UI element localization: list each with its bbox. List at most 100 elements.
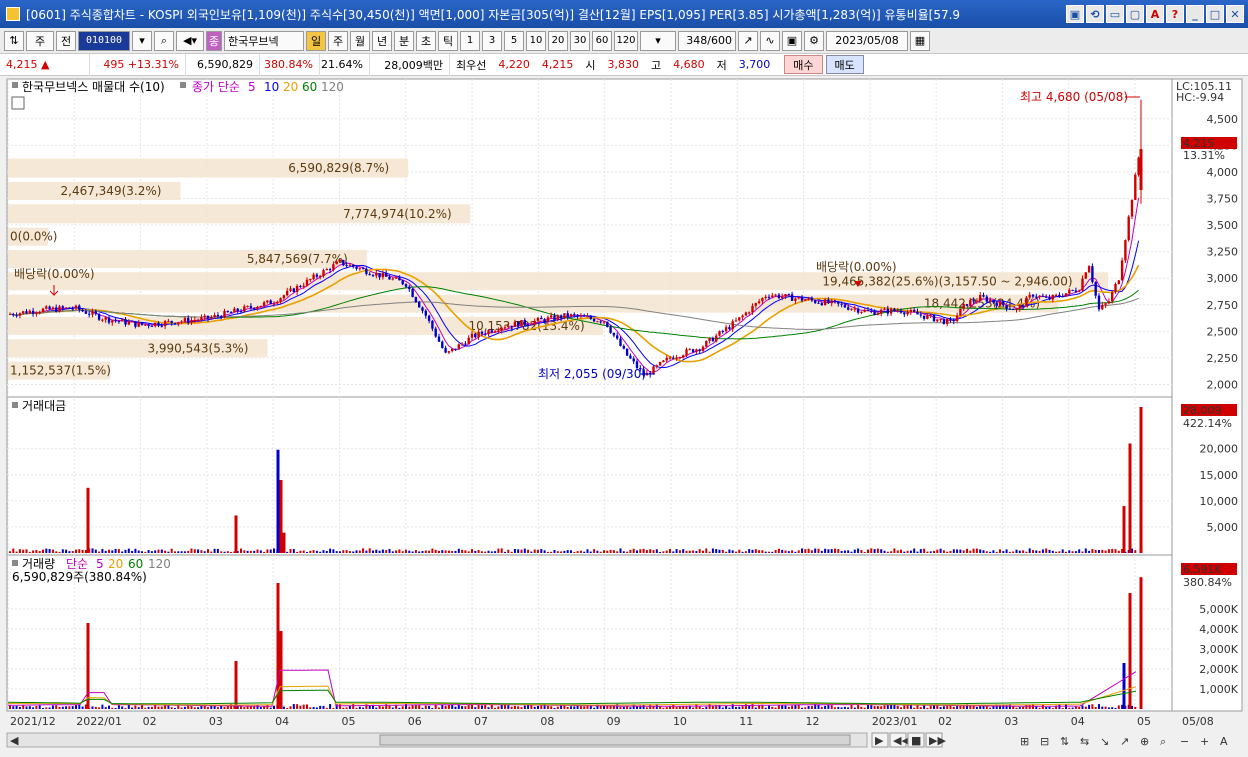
period-day[interactable]: 일 bbox=[306, 30, 326, 51]
font-icon[interactable]: A bbox=[1146, 5, 1164, 23]
period-second[interactable]: 초 bbox=[416, 30, 436, 51]
tile-icon[interactable]: ▢ bbox=[1126, 5, 1144, 23]
buy-button[interactable]: 매수 bbox=[784, 55, 823, 74]
market-select[interactable]: 주 bbox=[26, 30, 54, 51]
volume-bar bbox=[408, 706, 411, 709]
volume-bar bbox=[645, 707, 648, 709]
chart-svg[interactable]: 6,590,829(8.7%) 2,467,349(3.2%) 7,774,974(… bbox=[0, 77, 1248, 757]
amount-panel[interactable] bbox=[6, 396, 1173, 556]
save-icon[interactable]: ▣ bbox=[782, 30, 802, 51]
indicator-icon[interactable]: ∿ bbox=[760, 30, 780, 51]
help-icon[interactable]: ? bbox=[1166, 5, 1184, 23]
candle-body bbox=[526, 324, 530, 326]
period-minute[interactable]: 분 bbox=[394, 30, 414, 51]
period-year[interactable]: 년 bbox=[372, 30, 392, 51]
prev-button[interactable]: 전 bbox=[56, 30, 76, 51]
volume-bar bbox=[989, 707, 992, 709]
interval-10[interactable]: 10 bbox=[526, 30, 546, 51]
amount-current-value: 28,009 bbox=[1183, 404, 1222, 417]
volume-bar bbox=[1074, 706, 1077, 709]
candle-body bbox=[975, 300, 979, 302]
candle-body bbox=[1025, 297, 1028, 307]
period-tick[interactable]: 틱 bbox=[438, 30, 458, 51]
calendar-icon[interactable]: ▦ bbox=[910, 30, 930, 51]
search-icon[interactable]: ⌕ bbox=[154, 30, 174, 51]
close-button[interactable]: ✕ bbox=[1226, 5, 1244, 23]
amount-bar bbox=[537, 549, 539, 553]
nav-button-icon: ▶ bbox=[875, 734, 884, 747]
volume-panel[interactable] bbox=[6, 554, 1173, 712]
maximize-button[interactable]: □ bbox=[1206, 5, 1224, 23]
amount-bar bbox=[322, 550, 325, 553]
zoom-tool-icon[interactable]: ↗ bbox=[1120, 735, 1129, 748]
date-input[interactable]: 2023/05/08 bbox=[826, 30, 908, 51]
volume-bar bbox=[787, 706, 790, 709]
volume-bar bbox=[273, 705, 275, 709]
grid-toggle-icon[interactable] bbox=[11, 96, 25, 110]
zoom-tool-icon[interactable]: ↘ bbox=[1100, 735, 1109, 748]
custom-interval-select[interactable]: ▾ bbox=[640, 30, 676, 51]
minimize-button[interactable]: _ bbox=[1186, 5, 1204, 23]
zoom-tool-icon[interactable]: − bbox=[1180, 735, 1189, 748]
candle-body bbox=[1054, 294, 1058, 296]
scroll-left-icon[interactable]: ◀ bbox=[10, 734, 19, 747]
zoom-tool-icon[interactable]: ⊞ bbox=[1020, 735, 1029, 748]
volume-bar bbox=[1078, 706, 1081, 709]
amount-bar bbox=[451, 550, 454, 553]
candle-body bbox=[563, 313, 566, 319]
settings-icon[interactable]: ⚙ bbox=[804, 30, 824, 51]
chart-area[interactable]: 6,590,829(8.7%) 2,467,349(3.2%) 7,774,974(… bbox=[0, 77, 1248, 757]
volume-bar bbox=[593, 707, 596, 709]
sell-button[interactable]: 매도 bbox=[825, 55, 864, 74]
code-dropdown-icon[interactable]: ▾ bbox=[132, 30, 152, 51]
volume-bar bbox=[1111, 707, 1114, 709]
candle-body bbox=[391, 278, 394, 280]
stock-code-input[interactable]: 010100 bbox=[78, 30, 130, 51]
period-week[interactable]: 주 bbox=[328, 30, 348, 51]
refresh-icon[interactable]: ⟲ bbox=[1086, 5, 1104, 23]
volume-bar bbox=[1114, 707, 1117, 709]
zoom-tool-icon[interactable]: ⌕ bbox=[1160, 735, 1166, 748]
link-icon[interactable]: ▣ bbox=[1066, 5, 1084, 23]
interval-30[interactable]: 30 bbox=[570, 30, 590, 51]
zoom-tool-icon[interactable]: A bbox=[1220, 735, 1228, 748]
speaker-icon[interactable]: ◀▾ bbox=[176, 30, 204, 51]
interval-3[interactable]: 3 bbox=[482, 30, 502, 51]
interval-20[interactable]: 20 bbox=[548, 30, 568, 51]
amount-bar bbox=[1098, 550, 1100, 553]
candle-body bbox=[566, 313, 569, 317]
scrollbar-thumb[interactable] bbox=[379, 734, 851, 746]
candle-body bbox=[916, 311, 919, 315]
candle-body bbox=[655, 365, 658, 367]
period-month[interactable]: 월 bbox=[350, 30, 370, 51]
amount-tick-label: 10,000 bbox=[1200, 495, 1239, 508]
link-toggle-icon[interactable]: ⇅ bbox=[4, 30, 24, 51]
interval-120[interactable]: 120 bbox=[614, 30, 638, 51]
interval-60[interactable]: 60 bbox=[592, 30, 612, 51]
volume-bar bbox=[573, 706, 576, 709]
candle-body bbox=[698, 349, 701, 351]
window-icon[interactable]: ▭ bbox=[1106, 5, 1124, 23]
arrow-tool-icon[interactable]: ↗ bbox=[738, 30, 758, 51]
candle-body bbox=[797, 297, 800, 299]
amount-bar bbox=[81, 549, 84, 553]
zoom-tool-icon[interactable]: ⊕ bbox=[1140, 735, 1149, 748]
zoom-tool-icon[interactable]: ⇆ bbox=[1080, 735, 1089, 748]
zoom-tool-icon[interactable]: ⇅ bbox=[1060, 735, 1069, 748]
interval-5[interactable]: 5 bbox=[504, 30, 524, 51]
volume-ma-120: 120 bbox=[148, 557, 171, 571]
amount-bar bbox=[1081, 551, 1084, 553]
volume-bar bbox=[292, 704, 295, 709]
candle-body bbox=[665, 357, 668, 361]
zoom-tool-icon[interactable]: + bbox=[1200, 735, 1209, 748]
zoom-tool-icon[interactable]: ⊟ bbox=[1040, 735, 1049, 748]
interval-1[interactable]: 1 bbox=[460, 30, 480, 51]
volume-bar bbox=[319, 705, 322, 709]
amount-bar bbox=[207, 549, 209, 553]
volume-bar bbox=[480, 705, 483, 709]
volume-profile-label: 2,467,349(3.2%) bbox=[61, 184, 162, 198]
data-count-input[interactable]: 348/600 bbox=[678, 30, 736, 51]
amount-bar bbox=[98, 551, 101, 553]
candle-body bbox=[216, 315, 220, 317]
current-price: 4,215 ▲ bbox=[0, 53, 90, 76]
